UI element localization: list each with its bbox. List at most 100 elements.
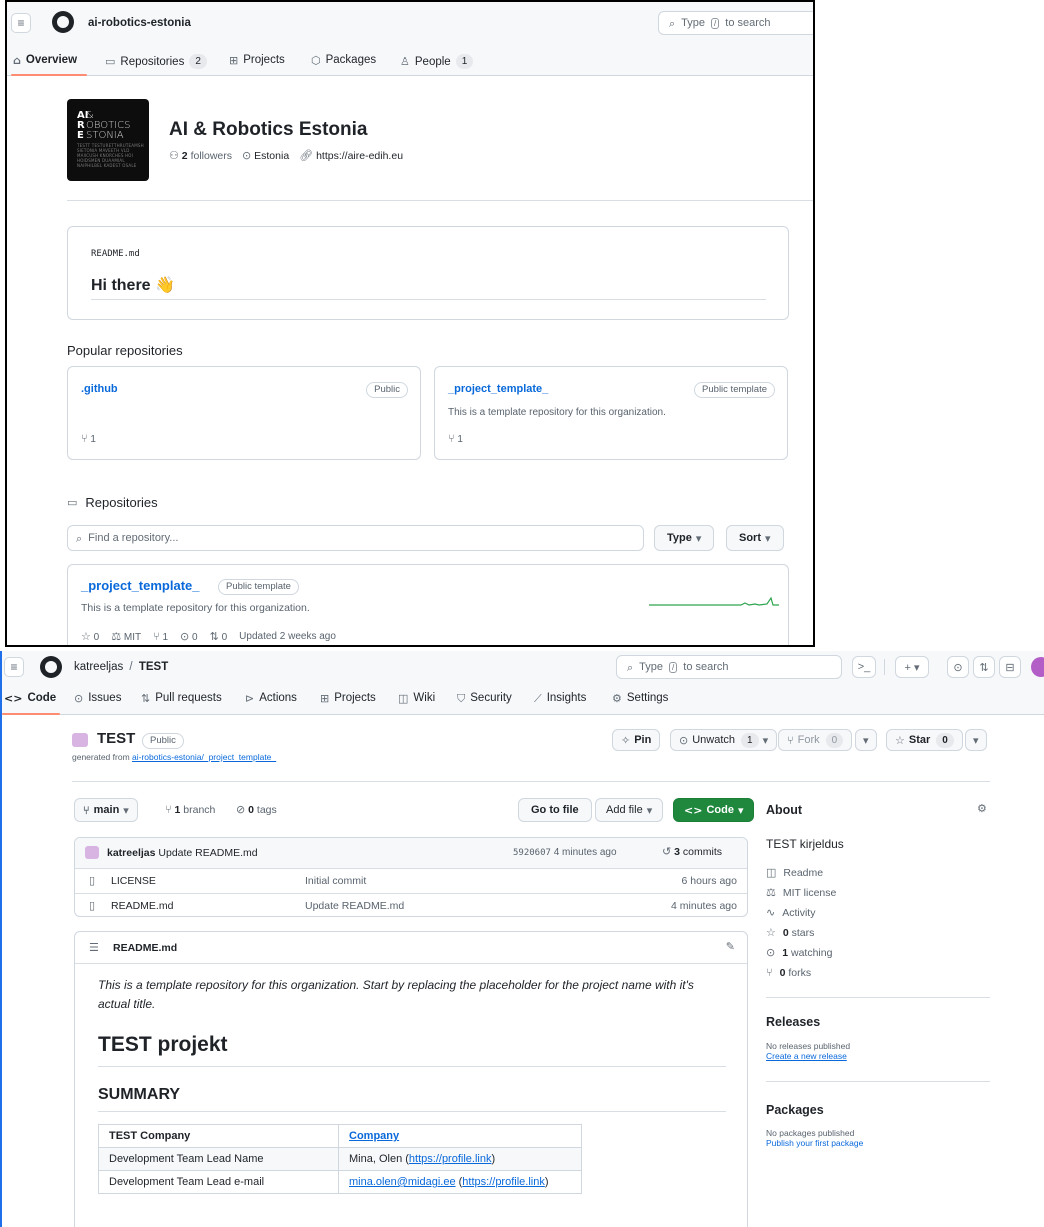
search-input[interactable]: ⌕ Type / to search [616, 655, 842, 679]
file-row[interactable]: ▯ LICENSE Initial commit 6 hours ago [75, 868, 747, 893]
star-menu-button[interactable]: ▾ [965, 729, 987, 751]
table-row: Development Team Lead Name Mina, Olen (h… [98, 1147, 582, 1171]
issues-icon[interactable]: ⊙ [947, 656, 969, 678]
list-icon[interactable]: ☰ [89, 942, 99, 953]
stars-link[interactable]: ☆ 0 stars [766, 927, 814, 939]
tab-repositories[interactable]: ▭ Repositories 2 [105, 54, 207, 69]
forks-count: 0 [779, 967, 786, 979]
owner-link[interactable]: katreeljas [74, 661, 123, 673]
star-button[interactable]: ☆ Star 0 [886, 729, 963, 751]
publish-package-link[interactable]: Publish your first package [766, 1138, 863, 1148]
releases-title[interactable]: Releases [766, 1015, 820, 1029]
company-link[interactable]: Company [349, 1130, 399, 1142]
tab-projects[interactable]: ⊞ Projects [320, 692, 376, 704]
search-input[interactable]: ⌕ Type / to search [658, 11, 813, 35]
tab-people[interactable]: ♙ People 1 [400, 54, 474, 69]
unwatch-button[interactable]: ⊙ Unwatch 1 ▾ [670, 729, 778, 751]
file-commit-message[interactable]: Initial commit [305, 875, 366, 887]
repo-link[interactable]: TEST [139, 661, 168, 673]
org-slug[interactable]: ai-robotics-estonia [88, 17, 191, 29]
packages-title[interactable]: Packages [766, 1103, 824, 1117]
pull-requests-icon[interactable]: ⇅ [973, 656, 995, 678]
law-icon: ⚖ [111, 630, 122, 643]
tab-insights[interactable]: ⟋ Insights [534, 692, 586, 704]
tab-actions[interactable]: ⊳ Actions [245, 692, 297, 704]
user-avatar[interactable] [1031, 657, 1044, 677]
type-filter-button[interactable]: Type ▾ [654, 525, 715, 551]
visibility-badge: Public template [218, 579, 299, 595]
inbox-icon[interactable]: ⊟ [999, 656, 1021, 678]
closing-paren: ) [491, 1153, 496, 1165]
activity-link[interactable]: ∿ Activity [766, 907, 815, 919]
commit-sha[interactable]: 5920607 [513, 848, 551, 858]
tab-packages[interactable]: ⬡ Packages [311, 54, 376, 66]
watchers-link[interactable]: ⊙ 1 watching [766, 947, 832, 959]
wave-emoji: 👋 [155, 277, 175, 294]
create-release-link[interactable]: Create a new release [766, 1051, 847, 1061]
forks-stat[interactable]: ⑂ 1 [153, 631, 168, 643]
file-row[interactable]: ▯ README.md Update README.md 4 minutes a… [75, 893, 747, 916]
divider [67, 200, 813, 201]
readme-link[interactable]: ◫ Readme [766, 867, 823, 879]
commits-link[interactable]: ↺ 3 commits [662, 846, 722, 858]
file-time: 6 hours ago [681, 875, 737, 887]
github-logo-icon[interactable] [52, 11, 74, 33]
tab-projects[interactable]: ⊞ Projects [229, 54, 285, 66]
pencil-icon[interactable]: ✎ [726, 941, 735, 952]
sort-label: Sort [739, 532, 761, 544]
menu-icon[interactable]: ≡ [4, 657, 24, 677]
tab-issues[interactable]: ⊙ Issues [74, 692, 121, 704]
pin-button[interactable]: ✧ Pin [612, 729, 661, 751]
repo-link[interactable]: _project_template_ [448, 383, 548, 395]
repo-breadcrumb: katreeljas / TEST [74, 661, 168, 673]
forks-link[interactable]: ⑂ 0 forks [766, 967, 811, 979]
profile-link[interactable]: https://profile.link [462, 1176, 545, 1188]
tags-link[interactable]: ⊘ 0 tags [236, 804, 277, 816]
fork-menu-button[interactable]: ▾ [855, 729, 877, 751]
repo-link[interactable]: _project_template_ [81, 578, 200, 593]
go-to-file-button[interactable]: Go to file [518, 798, 592, 822]
forks-link[interactable]: ⑂ 1 [81, 433, 96, 445]
tab-settings[interactable]: ⚙ Settings [612, 692, 668, 704]
menu-icon[interactable]: ≡ [11, 13, 31, 33]
create-new-icon[interactable]: + ▾ [895, 656, 929, 678]
gear-icon[interactable]: ⚙ [977, 803, 987, 814]
license-link[interactable]: ⚖ MIT license [766, 887, 836, 899]
tab-wiki[interactable]: ◫ Wiki [398, 692, 435, 704]
find-repository-input[interactable]: ⌕ Find a repository... [67, 525, 644, 551]
repo-title[interactable]: TEST [97, 730, 135, 747]
website-link[interactable]: 🔗︎ https://aire-edih.eu [299, 150, 403, 162]
tab-security[interactable]: ⛉ Security [457, 692, 512, 704]
add-file-button[interactable]: Add file ▾ [595, 798, 664, 822]
tab-label: Insights [546, 692, 587, 704]
code-button[interactable]: <> Code ▾ [673, 798, 755, 822]
table-key: TEST Company [98, 1124, 339, 1148]
forks-link[interactable]: ⑂ 1 [448, 433, 463, 445]
tab-pull-requests[interactable]: ⇅ Pull requests [141, 692, 222, 704]
branch-selector[interactable]: ⑂ main ▾ [74, 798, 138, 822]
template-source-link[interactable]: ai-robotics-estonia/_project_template_ [132, 752, 276, 762]
watch-count: 1 [741, 732, 759, 748]
profile-link[interactable]: https://profile.link [409, 1153, 492, 1165]
stars-stat[interactable]: ☆ 0 [81, 631, 99, 643]
readme-filename: README.md [113, 942, 178, 954]
tab-code[interactable]: <> Code [4, 692, 56, 704]
fork-button[interactable]: ⑂ Fork 0 [778, 729, 853, 751]
go-to-file-label: Go to file [531, 804, 579, 816]
commit-author[interactable]: katreeljas [107, 847, 155, 859]
command-palette-icon[interactable]: >_ [852, 656, 876, 678]
caret-down-icon: ▾ [695, 531, 702, 545]
branches-link[interactable]: ⑂ 1 branch [165, 804, 215, 816]
tab-overview[interactable]: ⌂ Overview [13, 54, 77, 66]
followers-link[interactable]: ⚇ 2 followers [169, 150, 232, 162]
pulls-stat[interactable]: ⇅ 0 [210, 631, 228, 643]
file-name[interactable]: LICENSE [111, 875, 156, 887]
sort-button[interactable]: Sort ▾ [726, 525, 784, 551]
file-name[interactable]: README.md [111, 900, 173, 912]
github-logo-icon[interactable] [40, 656, 62, 678]
email-link[interactable]: mina.olen@midagi.ee [349, 1176, 456, 1188]
commit-message[interactable]: Update README.md [158, 847, 257, 859]
repo-link[interactable]: .github [81, 383, 118, 395]
file-commit-message[interactable]: Update README.md [305, 900, 404, 912]
issues-stat[interactable]: ⊙ 0 [180, 631, 198, 643]
